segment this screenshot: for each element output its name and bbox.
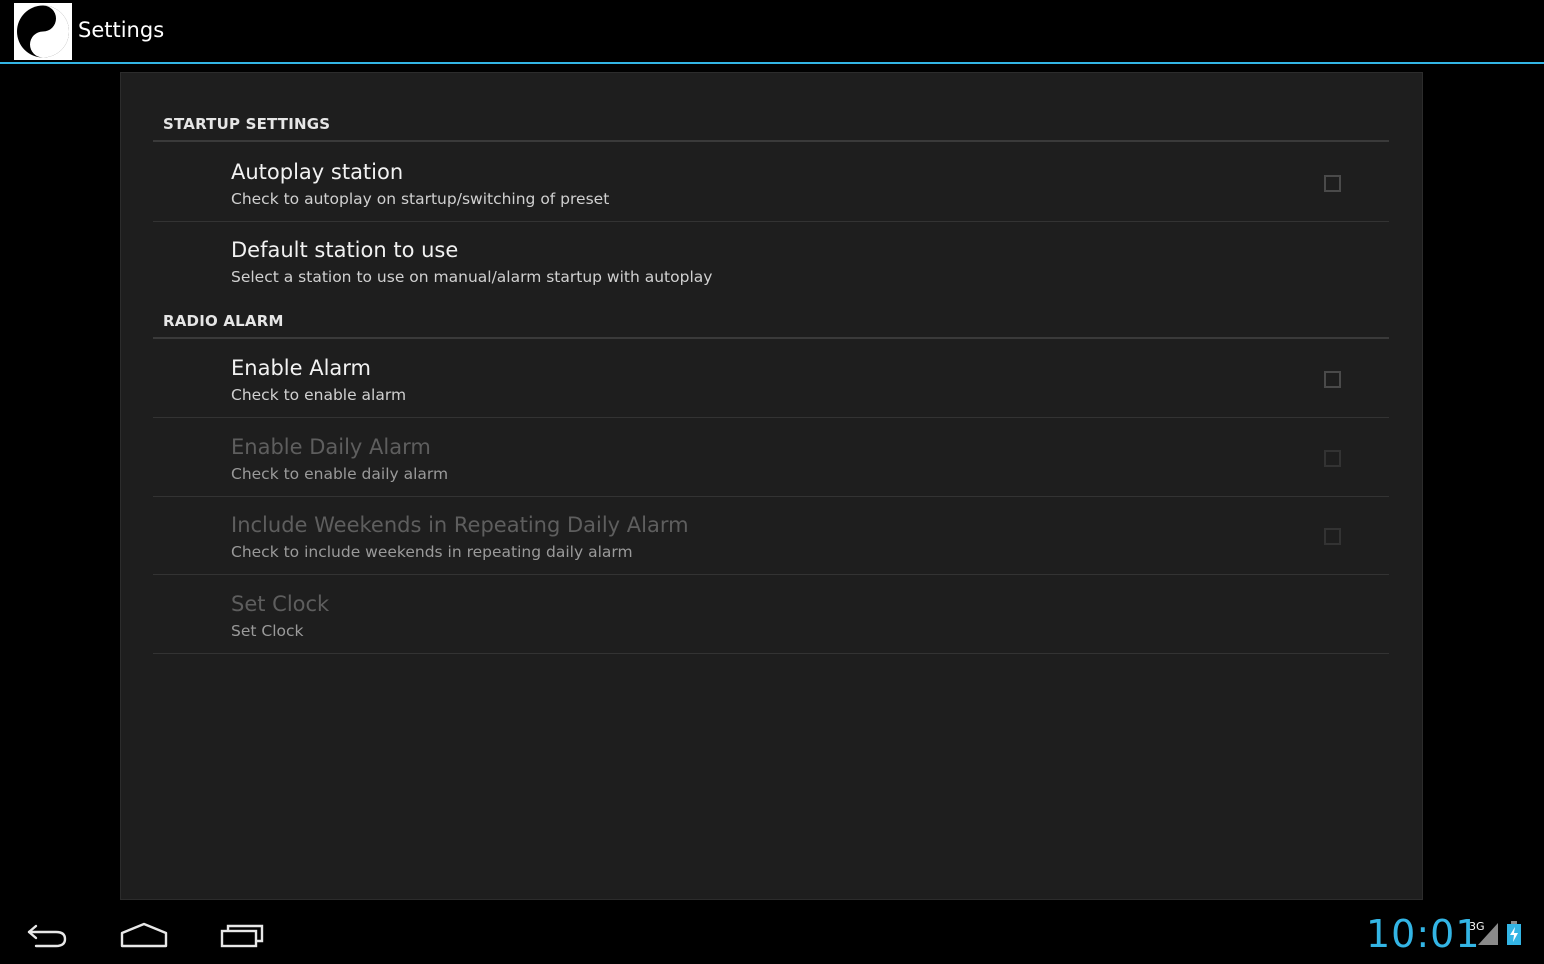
divider <box>153 417 1389 418</box>
pref-include-weekends: Include Weekends in Repeating Daily Alar… <box>153 497 1389 575</box>
home-icon[interactable] <box>118 920 170 950</box>
enable-alarm-checkbox[interactable] <box>1324 371 1341 388</box>
yin-yang-icon[interactable] <box>14 3 72 60</box>
divider <box>153 653 1389 654</box>
pref-summary: Check to enable daily alarm <box>231 465 449 483</box>
action-bar: Settings <box>0 0 1544 64</box>
settings-panel: STARTUP SETTINGS Autoplay station Check … <box>120 72 1423 900</box>
pref-summary: Select a station to use on manual/alarm … <box>231 268 713 286</box>
pref-autoplay-station[interactable]: Autoplay station Check to autoplay on st… <box>153 144 1389 222</box>
pref-summary: Check to include weekends in repeating d… <box>231 543 633 561</box>
pref-summary: Check to enable alarm <box>231 386 407 404</box>
pref-title: Include Weekends in Repeating Daily Alar… <box>231 513 689 537</box>
pref-title: Autoplay station <box>231 160 404 184</box>
pref-enable-daily-alarm: Enable Daily Alarm Check to enable daily… <box>153 419 1389 497</box>
pref-summary: Set Clock <box>231 622 304 640</box>
back-icon[interactable] <box>24 920 70 950</box>
pref-set-clock: Set Clock Set Clock <box>153 576 1389 654</box>
recent-apps-icon[interactable] <box>218 920 266 950</box>
category-startup-settings: STARTUP SETTINGS <box>163 115 331 133</box>
pref-default-station[interactable]: Default station to use Select a station … <box>153 222 1389 300</box>
pref-title: Set Clock <box>231 592 330 616</box>
signal-icon <box>1478 923 1498 945</box>
daily-alarm-checkbox <box>1324 450 1341 467</box>
page-title: Settings <box>78 18 165 42</box>
category-divider <box>153 140 1389 142</box>
divider <box>153 574 1389 575</box>
pref-enable-alarm[interactable]: Enable Alarm Check to enable alarm <box>153 340 1389 418</box>
category-radio-alarm: RADIO ALARM <box>163 312 284 330</box>
pref-title: Enable Daily Alarm <box>231 435 431 459</box>
autoplay-checkbox[interactable] <box>1324 175 1341 192</box>
pref-summary: Check to autoplay on startup/switching o… <box>231 190 610 208</box>
battery-charging-icon <box>1507 921 1521 945</box>
status-clock[interactable]: 10:01 <box>1366 912 1481 956</box>
pref-title: Default station to use <box>231 238 459 262</box>
category-divider <box>153 337 1389 339</box>
pref-title: Enable Alarm <box>231 356 371 380</box>
navigation-bar <box>0 900 1544 964</box>
include-weekends-checkbox <box>1324 528 1341 545</box>
